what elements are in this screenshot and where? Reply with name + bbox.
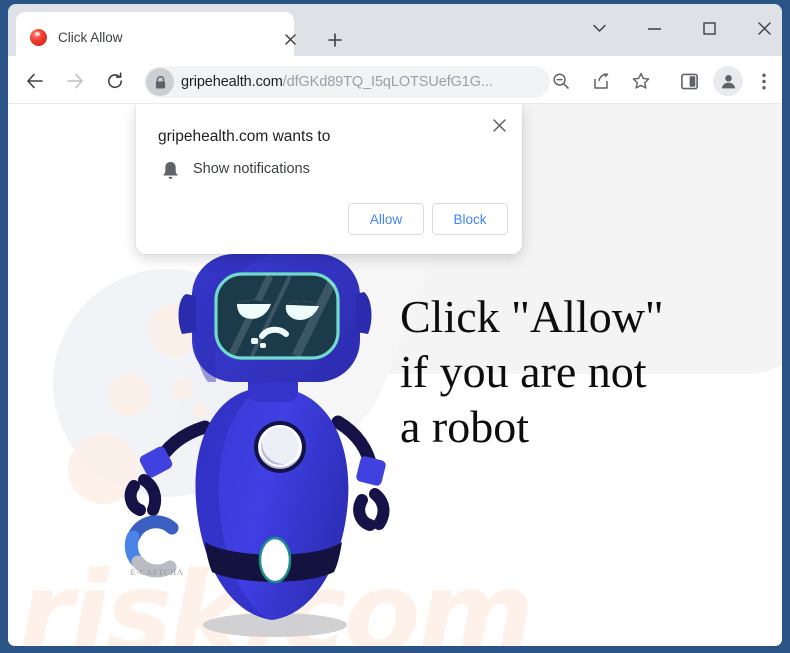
- lock-icon: [155, 75, 165, 88]
- ecaptcha-logo-label: E-CAPTCHA: [130, 567, 184, 577]
- minimize-button[interactable]: [632, 12, 677, 45]
- url-text: gripehealth.com/dfGKd89TQ_I5qLOTSUefG1G.…: [181, 74, 493, 90]
- site-security-button[interactable]: [146, 68, 174, 96]
- chevron-down-icon: [593, 24, 606, 33]
- profile-avatar-icon: [721, 74, 735, 88]
- dialog-title: gripehealth.com wants to: [158, 128, 331, 145]
- allow-button[interactable]: Allow: [348, 203, 424, 235]
- headline-line-1: Click "Allow": [400, 291, 664, 342]
- notification-permission-dialog: gripehealth.com wants to Show notificati…: [136, 104, 522, 254]
- browser-window: Click Allow gripehealth.com/dfGKd89TQ_I5…: [8, 4, 782, 646]
- new-tab-button[interactable]: [324, 29, 346, 51]
- close-window-button[interactable]: [742, 12, 782, 45]
- three-dot-menu-icon: [762, 73, 766, 89]
- close-icon: [284, 33, 296, 45]
- zoom-out-button[interactable]: [546, 66, 576, 96]
- zoom-out-icon: [553, 73, 569, 89]
- close-icon: [758, 22, 771, 35]
- headline-line-3: a robot: [400, 401, 530, 452]
- maximize-button[interactable]: [687, 12, 732, 45]
- tab-search-button[interactable]: [577, 12, 622, 45]
- page-viewport: risk.com: [8, 104, 782, 646]
- url-domain: gripehealth.com: [181, 74, 283, 90]
- tab-title: Click Allow: [58, 30, 123, 45]
- dialog-permission-label: Show notifications: [193, 161, 310, 177]
- side-panel-button[interactable]: [674, 66, 704, 96]
- tab-strip: Click Allow: [8, 4, 782, 56]
- tab-close-button[interactable]: [280, 29, 300, 49]
- share-button[interactable]: [586, 66, 616, 96]
- forward-button: [60, 66, 90, 96]
- back-button[interactable]: [20, 66, 50, 96]
- sad-robot-illustration: [124, 254, 390, 637]
- dialog-close-button[interactable]: [486, 112, 512, 138]
- page-headline: Click "Allow" if you are not a robot: [400, 289, 730, 454]
- close-icon: [492, 118, 506, 132]
- profile-button[interactable]: [713, 66, 743, 96]
- browser-menu-button[interactable]: [752, 66, 776, 96]
- back-arrow-icon: [27, 73, 43, 89]
- forward-arrow-icon: [67, 73, 83, 89]
- reload-button[interactable]: [100, 66, 130, 96]
- bookmark-button[interactable]: [626, 66, 656, 96]
- tab-favicon-glint: [35, 32, 40, 36]
- bell-icon: [160, 159, 180, 181]
- minimize-icon: [648, 27, 661, 30]
- plus-icon: [328, 33, 342, 47]
- browser-window-frame: Click Allow gripehealth.com/dfGKd89TQ_I5…: [0, 0, 790, 653]
- headline-line-2: if you are not: [400, 346, 647, 397]
- url-path: /dfGKd89TQ_I5qLOTSUefG1G...: [282, 74, 493, 90]
- share-icon: [594, 73, 609, 89]
- maximize-icon: [703, 22, 716, 35]
- star-icon: [632, 72, 650, 89]
- block-button[interactable]: Block: [432, 203, 508, 235]
- bell-icon-glyph: [162, 161, 178, 179]
- address-bar[interactable]: gripehealth.com/dfGKd89TQ_I5qLOTSUefG1G.…: [144, 66, 550, 98]
- reload-icon: [108, 72, 123, 89]
- side-panel-icon: [680, 73, 698, 89]
